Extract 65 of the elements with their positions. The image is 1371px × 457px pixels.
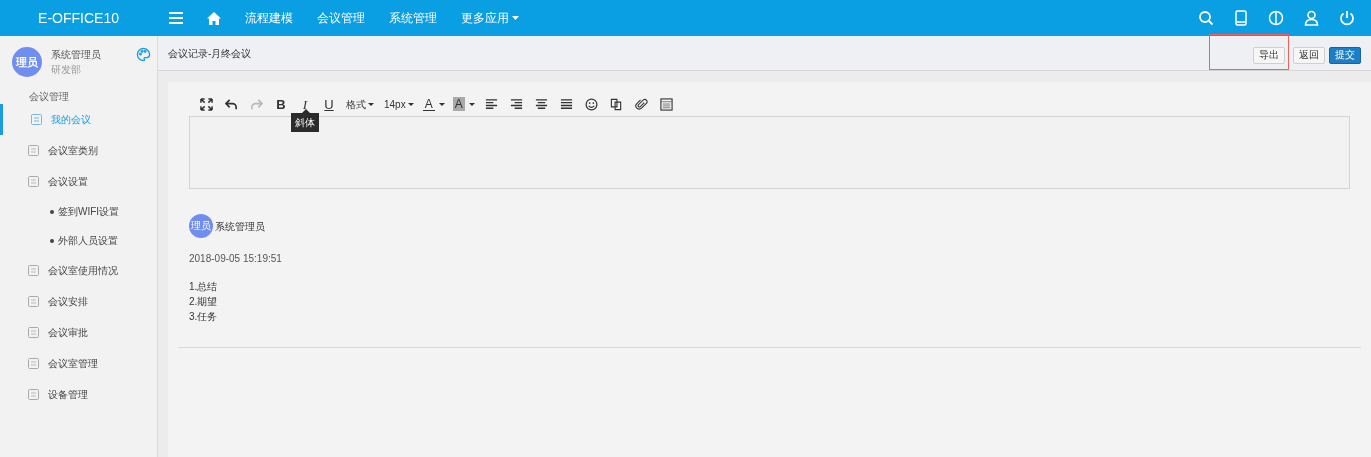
contrast-icon[interactable] xyxy=(1268,10,1284,26)
smiley-icon[interactable] xyxy=(584,97,598,111)
sidebar-item[interactable]: 会议安排 xyxy=(0,286,157,317)
sidebar-item[interactable]: 外部人员设置 xyxy=(0,226,157,255)
bullet-icon xyxy=(50,209,54,214)
sidebar-item[interactable]: 会议审批 xyxy=(0,317,157,348)
home-icon[interactable] xyxy=(207,11,221,25)
record-time: 2018-09-05 15:19:51 xyxy=(189,252,283,266)
breadcrumb: 会议记录-月终会议 xyxy=(168,46,252,61)
documents-icon[interactable] xyxy=(609,97,623,111)
font-color-button[interactable]: A xyxy=(422,97,435,111)
sidebar-section-title: 会议管理 xyxy=(28,90,70,104)
action-button[interactable]: 返回 xyxy=(1293,46,1325,64)
record-line: 2.期望 xyxy=(189,295,219,309)
italic-button[interactable]: I xyxy=(293,95,317,114)
highlight-color-button[interactable]: A xyxy=(452,97,465,111)
caret-icon[interactable] xyxy=(438,102,445,106)
brand-title: E-OFFICE10 xyxy=(38,8,119,28)
table-icon[interactable] xyxy=(659,97,673,111)
align-left-icon[interactable] xyxy=(484,97,498,111)
user-name: 系统管理员 xyxy=(51,48,101,62)
fullscreen-icon[interactable] xyxy=(200,97,213,111)
sidebar-item[interactable]: 会议室使用情况 xyxy=(0,255,157,286)
menu-item-icon xyxy=(28,296,39,307)
menu-icon[interactable] xyxy=(169,12,183,24)
caret-icon xyxy=(407,102,414,106)
align-center-icon[interactable] xyxy=(534,97,548,111)
sidebar-item[interactable]: 设备管理 xyxy=(0,379,157,410)
user-icon[interactable] xyxy=(1304,10,1319,26)
sidebar-item[interactable]: 会议设置 xyxy=(0,166,157,197)
action-button[interactable]: 提交 xyxy=(1329,46,1361,64)
user-department: 研发部 xyxy=(51,63,82,77)
author-name: 系统管理员 xyxy=(215,219,265,234)
author-avatar: 理员 xyxy=(189,214,213,238)
user-avatar: 理员 xyxy=(12,47,42,77)
caret-icon xyxy=(368,102,374,106)
menu-item-icon xyxy=(31,114,42,125)
justify-icon[interactable] xyxy=(559,97,573,111)
menu-item-icon xyxy=(28,358,39,369)
search-icon[interactable] xyxy=(1198,10,1214,26)
menu-item-icon xyxy=(28,145,39,156)
menu-item-icon xyxy=(28,176,39,187)
undo-icon[interactable] xyxy=(225,97,238,111)
paperclip-icon[interactable] xyxy=(634,97,648,111)
align-right-icon[interactable] xyxy=(509,97,523,111)
bullet-icon xyxy=(50,238,54,243)
sidebar-item[interactable]: 会议室类别 xyxy=(0,135,157,166)
menu-item-icon xyxy=(28,327,39,338)
action-button[interactable]: 导出 xyxy=(1253,46,1285,64)
format-dropdown[interactable]: 14px xyxy=(379,95,419,113)
record-line: 1.总结 xyxy=(189,280,219,294)
underline-button[interactable]: U xyxy=(317,95,341,114)
record-line: 3.任务 xyxy=(189,310,219,324)
tooltip: 斜体 xyxy=(291,113,319,132)
caret-icon xyxy=(512,16,519,20)
sidebar-item[interactable]: 签到WIFI设置 xyxy=(0,197,157,226)
palette-icon[interactable] xyxy=(136,47,151,62)
power-icon[interactable] xyxy=(1339,10,1355,26)
caret-icon[interactable] xyxy=(468,102,475,106)
bold-button[interactable]: B xyxy=(269,95,293,114)
menu-item-icon xyxy=(28,389,39,400)
phone-icon[interactable] xyxy=(1234,10,1248,26)
sidebar-item[interactable]: 会议室管理 xyxy=(0,348,157,379)
format-dropdown[interactable]: 格式 xyxy=(341,95,379,113)
menu-item-icon xyxy=(28,265,39,276)
